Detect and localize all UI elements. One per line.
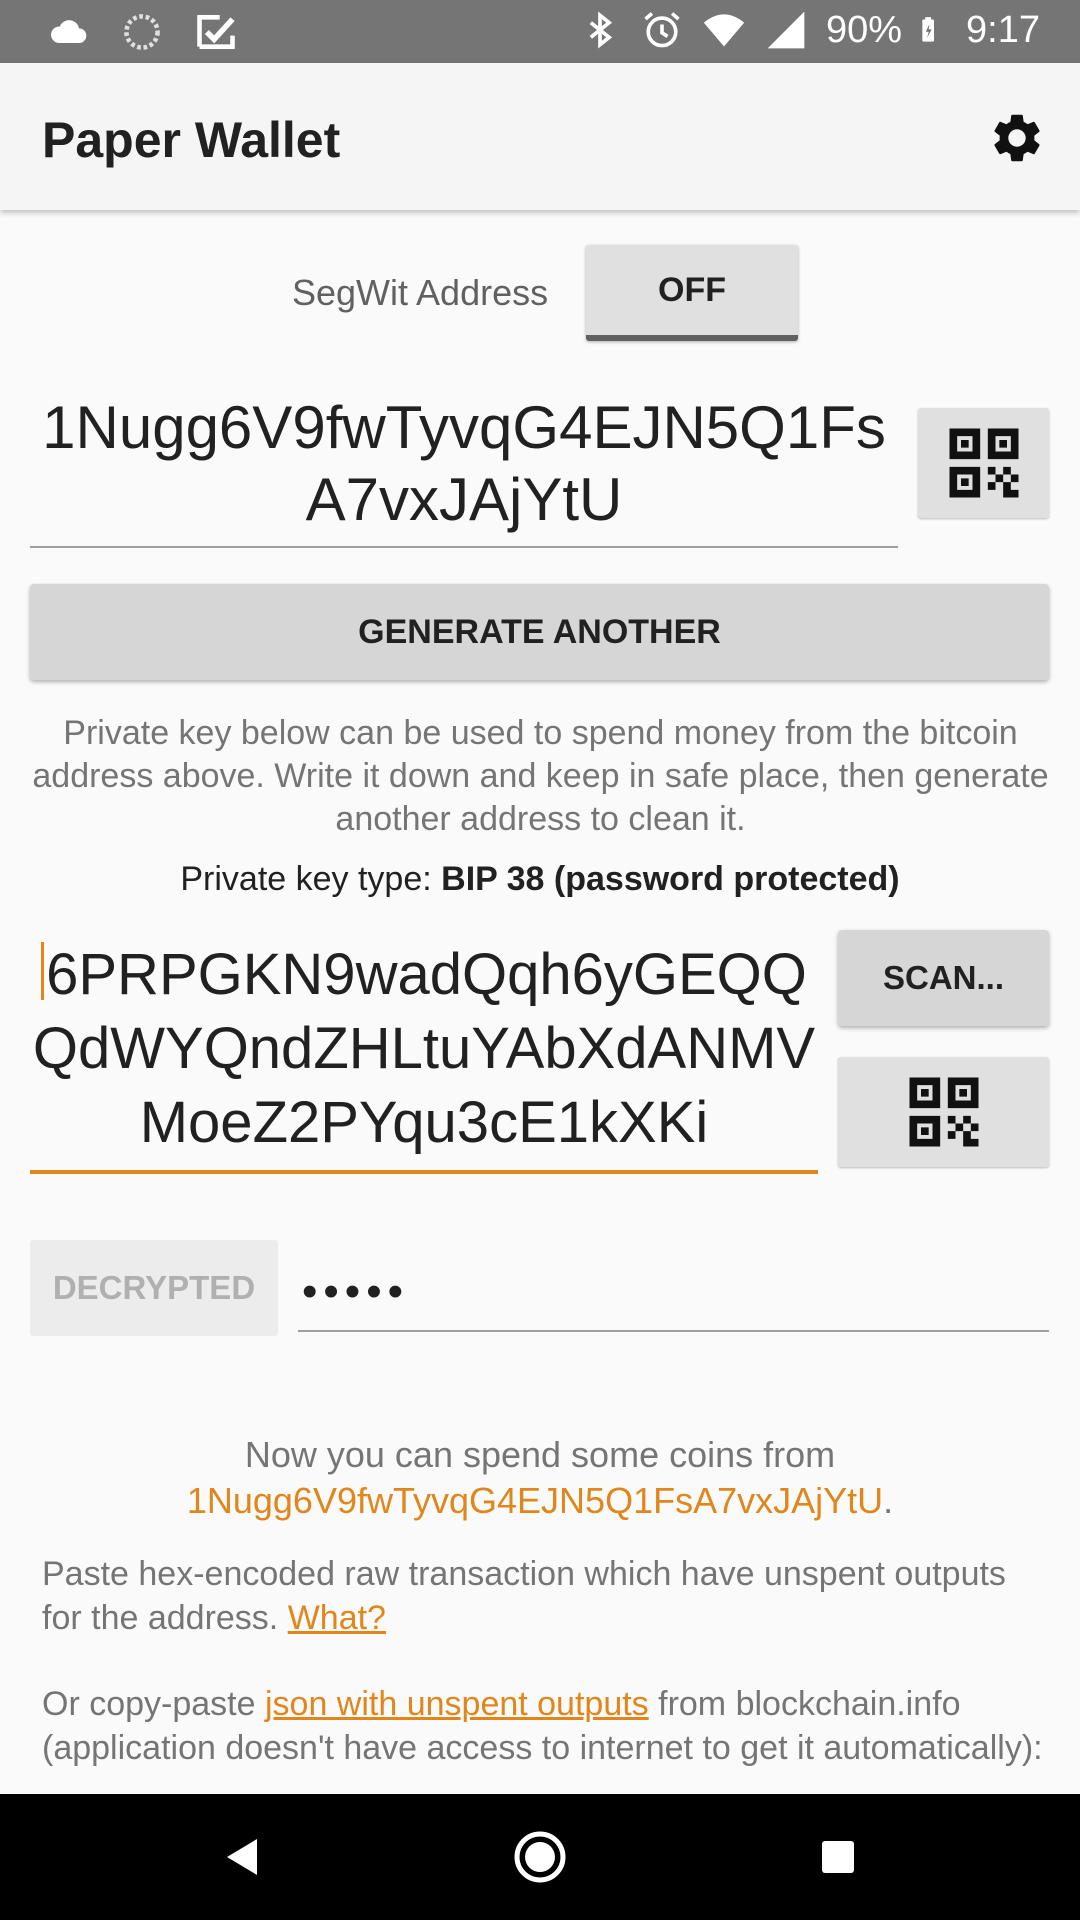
private-key-qr-button[interactable] <box>838 1057 1049 1167</box>
bluetooth-icon <box>589 11 613 49</box>
signal-icon <box>767 11 805 49</box>
back-button[interactable] <box>208 1824 274 1890</box>
address-field[interactable]: 1Nugg6V9fwTyvqG4EJN5Q1FsA7vxJAjYtU <box>30 392 898 548</box>
key-type-value: BIP 38 (password protected) <box>441 860 900 898</box>
cloud-icon <box>51 20 87 43</box>
home-icon <box>514 1831 566 1883</box>
address-qr-button[interactable] <box>918 408 1049 518</box>
paste-text: Paste hex-encoded raw transaction which … <box>42 1555 1006 1637</box>
app-title: Paper Wallet <box>42 112 341 168</box>
wifi-icon <box>703 14 745 47</box>
what-link[interactable]: What? <box>288 1599 386 1637</box>
text-cursor <box>41 942 45 1000</box>
clock: 9:17 <box>966 8 1040 51</box>
copy-prefix: Or copy-paste <box>42 1685 265 1723</box>
scan-button[interactable]: SCAN... <box>838 930 1049 1026</box>
segwit-label: SegWit Address <box>292 272 549 313</box>
battery-percent: 90% <box>825 8 903 51</box>
spend-address-link[interactable]: 1Nugg6V9fwTyvqG4EJN5Q1FsA7vxJAjYtU <box>187 1480 883 1521</box>
gear-icon <box>994 114 1040 162</box>
paste-instructions: Paste hex-encoded raw transaction which … <box>42 1552 1052 1640</box>
private-key-field[interactable]: 6PRPGKN9wadQqh6yGEQQQdWYQndZHLtuYAbXdANM… <box>30 938 818 1174</box>
private-key-value: 6PRPGKN9wadQqh6yGEQQQdWYQndZHLtuYAbXdANM… <box>32 942 816 1155</box>
private-key-warning: Private key below can be used to spend m… <box>32 714 1049 838</box>
spend-prefix: Now you can spend some coins from <box>244 1434 836 1475</box>
key-type-label: Private key type: <box>180 860 442 898</box>
status-bar: 90% 9:17 <box>0 0 1080 63</box>
qr-code-icon <box>909 1077 978 1147</box>
app-bar: Paper Wallet <box>0 63 1080 210</box>
alarm-icon <box>644 12 680 48</box>
copy-instructions: Or copy-paste json with unspent outputs … <box>42 1682 1062 1770</box>
recents-icon <box>822 1841 854 1873</box>
spend-suffix: . <box>883 1480 894 1521</box>
segwit-toggle-button[interactable]: OFF <box>586 245 798 341</box>
spend-message: Now you can spend some coins from 1Nugg6… <box>0 1432 1080 1524</box>
password-field[interactable]: ••••• <box>298 1262 1049 1332</box>
unspent-outputs-link[interactable]: json with unspent outputs <box>265 1685 649 1723</box>
sync-icon <box>124 14 160 50</box>
navigation-bar <box>0 1794 1080 1920</box>
back-icon <box>227 1839 257 1875</box>
recents-button[interactable] <box>805 1824 871 1890</box>
inbox-check-icon <box>197 15 235 49</box>
generate-another-button[interactable]: GENERATE ANOTHER <box>30 584 1049 680</box>
settings-button[interactable] <box>982 103 1052 173</box>
qr-code-icon <box>949 428 1018 498</box>
screen: 90% 9:17 Paper Wallet SegWit Address OFF… <box>0 0 1080 1920</box>
battery-icon <box>922 17 935 42</box>
home-button[interactable] <box>507 1824 573 1890</box>
decrypted-button[interactable]: DECRYPTED <box>30 1240 278 1336</box>
private-key-type: Private key type: BIP 38 (password prote… <box>0 860 1080 899</box>
